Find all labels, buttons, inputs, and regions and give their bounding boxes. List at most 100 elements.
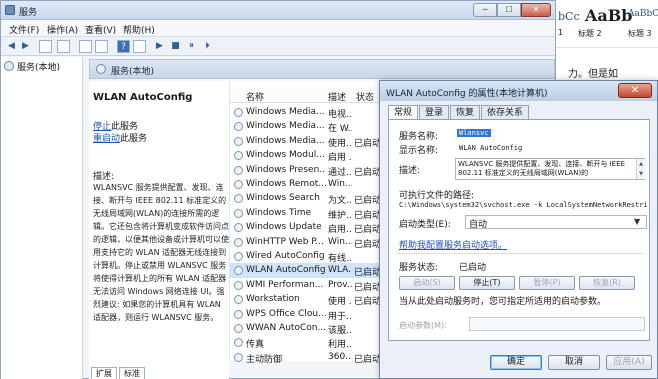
startup-type-label: 启动类型(E): [399, 220, 451, 230]
table-row[interactable]: Windows Media... 使用... 已启动 [230, 134, 384, 149]
table-row[interactable]: WWAN AutoCon... 该服... [230, 321, 384, 336]
service-description-cell: Prov... [328, 279, 352, 290]
cancel-button[interactable]: 取消 [548, 355, 600, 370]
description-scrollbar[interactable]: ▲ ▼ [636, 159, 645, 179]
maximize-button[interactable]: ☐ [497, 3, 521, 17]
service-name-cell: WLAN AutoConfig [246, 265, 326, 276]
tab-recovery[interactable]: 恢复 [450, 105, 480, 120]
stop-service-icon[interactable]: ■ [169, 40, 182, 53]
toolbar: ◀ ▶ ? ▶ ■ ⏸ ⏵ [1, 37, 555, 56]
table-row[interactable]: 传真 利用... [230, 335, 384, 350]
console-tree-icon[interactable] [39, 40, 52, 53]
column-header-description[interactable]: 描述 [328, 90, 346, 103]
properties-icon[interactable] [57, 40, 70, 53]
forward-icon[interactable]: ▶ [19, 40, 32, 53]
menu-file[interactable]: 文件(F) [9, 23, 39, 36]
restart-service-link[interactable]: 重启动 [93, 134, 120, 144]
tab-standard[interactable]: 标准 [119, 367, 145, 379]
service-description-cell: 有线... [328, 254, 352, 264]
export-list-icon[interactable] [95, 40, 108, 53]
pause-button[interactable]: 暂停(P) [519, 276, 575, 290]
style-sample-1[interactable]: bCc [558, 10, 580, 23]
service-description-cell: 为文... [328, 196, 352, 207]
service-gear-icon [234, 295, 243, 305]
help-icon[interactable]: ? [117, 40, 130, 53]
table-row[interactable]: WLAN AutoConfigWLA...已启动 [230, 263, 384, 279]
service-name-cell: Windows Media... [246, 121, 325, 132]
table-row[interactable]: Wired AutoConfig 有线... [230, 249, 384, 264]
service-description-cell: 通过... [328, 167, 352, 178]
style-name-1: 1 [558, 28, 564, 37]
table-row[interactable]: Workstation使用 ...已启动 [230, 292, 384, 307]
dialog-titlebar[interactable]: WLAN AutoConfig 的属性(本地计算机) ✕ [380, 81, 657, 101]
style-sample-2[interactable]: AaBb [585, 6, 633, 25]
menu-action[interactable]: 操作(A) [47, 23, 78, 36]
general-tab-panel: 服务名称: Wlansvc 显示名称: WLAN AutoConfig 描述: … [388, 119, 650, 341]
display-name-value[interactable]: WLAN AutoConfig [459, 144, 522, 152]
table-row[interactable]: 主动防御 360... 已启动 [230, 350, 384, 365]
style-sample-3[interactable]: AaBbCcD [628, 9, 658, 19]
service-description-cell: Win... [328, 236, 352, 247]
service-description-cell: 利用... [328, 340, 352, 351]
table-row[interactable]: Windows Media... 电视... [230, 105, 384, 120]
description-panel: WLAN AutoConfig 停止此服务 重启动此服务 描述: WLANSVC… [89, 81, 229, 379]
service-gear-icon [234, 165, 243, 175]
close-button[interactable]: ✕ [521, 3, 551, 17]
service-description-cell: 360... [328, 351, 352, 362]
restart-service-action: 重启动此服务 [93, 131, 147, 144]
view-icon[interactable] [133, 40, 146, 53]
services-titlebar[interactable]: 服务 ─ ☐ ✕ [1, 1, 555, 20]
back-icon[interactable]: ◀ [5, 40, 18, 53]
start-button[interactable]: 启动(S) [399, 276, 455, 290]
service-name-cell: Windows Search [246, 193, 320, 204]
column-header-name[interactable]: 名称 [246, 90, 264, 103]
tab-extended[interactable]: 扩展 [91, 367, 117, 379]
resume-button[interactable]: 恢复(R) [579, 276, 635, 290]
table-row[interactable]: Windows Search 为文... 已启动 [230, 191, 384, 206]
tab-dependencies[interactable]: 依存关系 [481, 105, 529, 120]
chevron-down-icon: ▼ [634, 217, 641, 226]
window-controls: ─ ☐ ✕ [473, 3, 553, 17]
service-gear-icon [234, 280, 243, 290]
service-gear-icon [234, 136, 243, 146]
table-row[interactable]: Windows Presen... 通过... 已启动 [230, 163, 384, 178]
content-header-title: 服务(本地) [111, 67, 155, 77]
tree-item-label: 服务(本地) [17, 63, 61, 73]
service-name-cell: Windows Update [246, 222, 322, 233]
start-service-icon[interactable]: ▶ [153, 40, 166, 53]
menu-bar: 文件(F) 操作(A) 查看(V) 帮助(H) [1, 20, 555, 37]
column-header-status[interactable]: 状态 [356, 90, 374, 103]
restart-service-icon[interactable]: ⏵ [201, 40, 214, 53]
refresh-icon[interactable] [79, 40, 92, 53]
ok-button[interactable]: 确定 [490, 355, 542, 370]
menu-view[interactable]: 查看(V) [85, 23, 116, 36]
table-row[interactable]: Windows Modul...启用 ... [230, 148, 384, 163]
startup-type-select[interactable]: 自动 ▼ [465, 215, 647, 230]
pause-service-icon[interactable]: ⏸ [185, 40, 198, 53]
service-status-label: 服务状态: [399, 263, 439, 273]
menu-help[interactable]: 帮助(H) [123, 23, 155, 36]
startup-type-value: 自动 [469, 220, 488, 230]
minimize-button[interactable]: ─ [473, 3, 497, 17]
dialog-tabs: 常规 登录 恢复 依存关系 [388, 105, 588, 121]
service-gear-icon [234, 208, 243, 218]
services-app-icon [5, 5, 15, 15]
table-row[interactable]: Windows Update 启用... 已启动 [230, 220, 384, 235]
tab-logon[interactable]: 登录 [419, 105, 449, 120]
table-row[interactable]: WMI Performan...Prov...已启动 [230, 278, 384, 293]
table-row[interactable]: Windows Media...在 W... [230, 119, 384, 134]
table-row[interactable]: WPS Office Clou... 用于... [230, 307, 384, 322]
service-name-value[interactable]: Wlansvc [457, 129, 491, 137]
dialog-close-button[interactable]: ✕ [618, 83, 652, 98]
start-params-input[interactable] [469, 317, 645, 331]
help-config-link[interactable]: 帮助我配置服务启动选项。 [399, 238, 507, 251]
stop-button[interactable]: 停止(T) [459, 276, 515, 290]
dialog-title: WLAN AutoConfig 的属性(本地计算机) [386, 89, 548, 99]
table-row[interactable]: Windows Remot... Win... [230, 177, 384, 192]
table-row[interactable]: Windows Time 维护... 已启动 [230, 206, 384, 221]
table-row[interactable]: WinHTTP Web P... Win... 已启动 [230, 235, 384, 250]
properties-dialog: WLAN AutoConfig 的属性(本地计算机) ✕ 常规 登录 恢复 依存… [379, 80, 658, 379]
description-box[interactable]: WLANSVC 服务提供配置、发现、连接、断开与 IEEE 802.11 标准定… [455, 158, 645, 180]
service-description-cell: 该服... [328, 326, 352, 336]
apply-button[interactable]: 应用(A) [606, 355, 652, 370]
